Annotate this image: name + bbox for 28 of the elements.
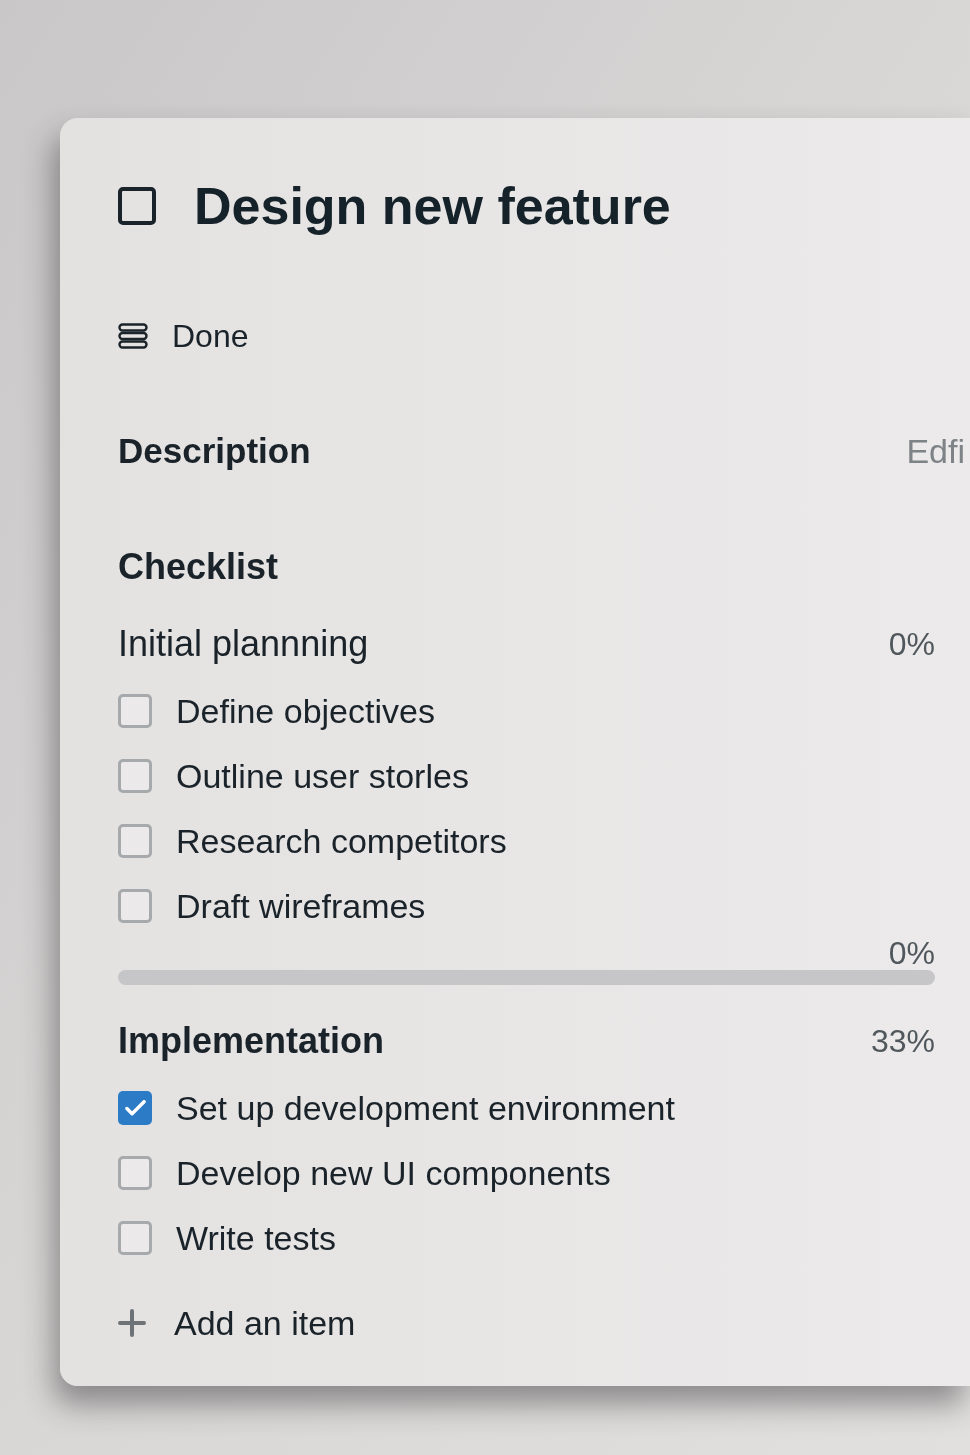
card-title: Design new feature <box>194 176 671 236</box>
checkbox[interactable] <box>118 1090 152 1125</box>
title-checkbox[interactable] <box>118 187 156 225</box>
checklist-item-label: Set up development environment <box>176 1087 675 1128</box>
checklist-item-label: Outline user storles <box>176 755 469 796</box>
checkbox[interactable] <box>118 888 152 923</box>
checklist-item-label: Define objectives <box>176 690 435 731</box>
description-heading: Description <box>118 431 311 471</box>
checkbox[interactable] <box>118 758 152 793</box>
check-icon <box>124 1099 146 1116</box>
checklist-item-label: Draft wireframes <box>176 885 426 926</box>
checkbox[interactable] <box>118 1220 152 1255</box>
list-icon <box>118 323 148 349</box>
plus-icon <box>118 1309 146 1337</box>
group-title: Implementation <box>118 1021 385 1061</box>
checklist-heading: Checklist <box>118 547 279 587</box>
checkbox[interactable] <box>118 823 152 858</box>
group-percent: 33% <box>870 1022 935 1061</box>
group-title: Initial plannning <box>118 624 369 664</box>
status-label: Done <box>172 318 249 354</box>
add-item-button[interactable]: Add an item <box>118 1303 356 1343</box>
checklist-item-label: Research competitors <box>176 820 507 861</box>
checklist-item-label: Develop new UI components <box>176 1152 611 1193</box>
progress-reading: 0% <box>888 938 935 968</box>
checkbox[interactable] <box>118 693 152 728</box>
checkbox[interactable] <box>118 1155 152 1190</box>
checklist-item-label: Write tests <box>176 1217 336 1258</box>
group-percent: 0% <box>888 625 935 664</box>
